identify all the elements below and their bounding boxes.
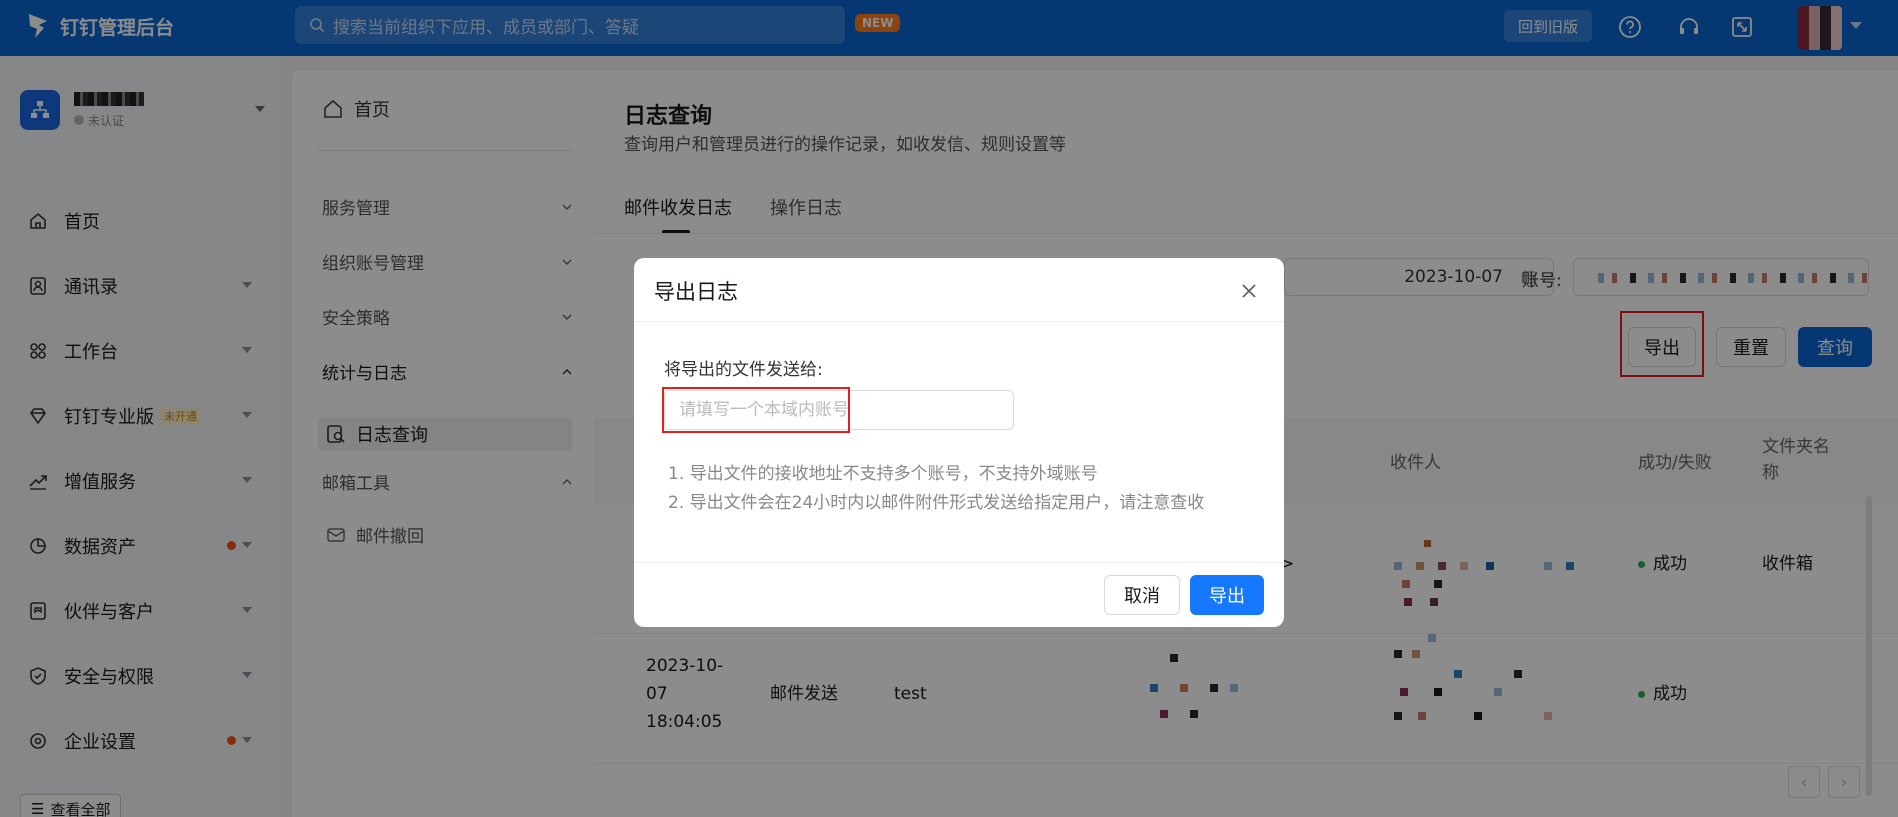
export-log-dialog: 导出日志 将导出的文件发送给: 1. 导出文件的接收地址不支持多个账号，不支持外… xyxy=(634,258,1284,627)
export-notes: 1. 导出文件的接收地址不支持多个账号，不支持外域账号 2. 导出文件会在24小… xyxy=(668,460,1204,518)
dialog-header-divider xyxy=(634,321,1284,322)
send-to-label: 将导出的文件发送给: xyxy=(664,360,823,380)
cancel-button[interactable]: 取消 xyxy=(1104,575,1180,615)
dialog-footer-divider xyxy=(634,562,1284,563)
note-line: 1. 导出文件的接收地址不支持多个账号，不支持外域账号 xyxy=(668,464,1098,484)
dialog-title: 导出日志 xyxy=(654,280,738,304)
note-line: 2. 导出文件会在24小时内以邮件附件形式发送给指定用户，请注意查收 xyxy=(668,493,1205,513)
confirm-export-button[interactable]: 导出 xyxy=(1190,575,1264,615)
close-icon[interactable] xyxy=(1238,280,1260,302)
input-highlight-box xyxy=(662,387,850,433)
